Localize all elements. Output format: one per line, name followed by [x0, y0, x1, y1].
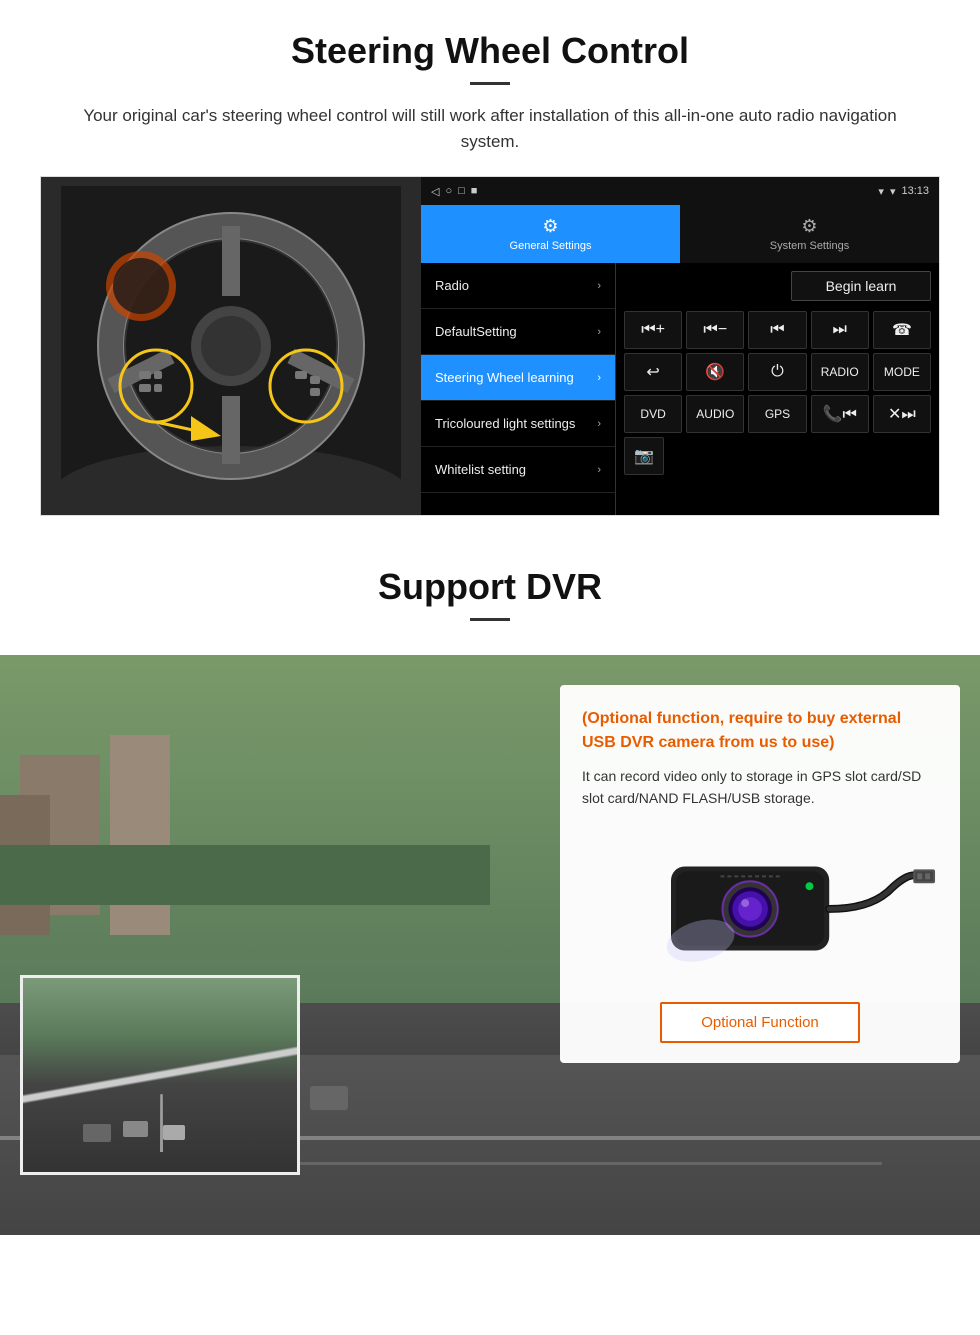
control-row-4: 📷	[624, 437, 931, 475]
chevron-right-icon2: ›	[597, 326, 601, 338]
dvr-optional-text: (Optional function, require to buy exter…	[582, 707, 938, 755]
dvr-screen-thumbnail	[20, 975, 300, 1175]
dvr-title-area: Support DVR	[0, 536, 980, 655]
control-grid: ⏮+ ⏮− ⏮ ⏭ ☎ ↩ 🔇 ⏻ RADIO MODE	[624, 311, 931, 475]
ctrl-gps[interactable]: GPS	[748, 395, 806, 433]
control-row-1: ⏮+ ⏮− ⏮ ⏭ ☎	[624, 311, 931, 349]
steering-wheel-photo	[41, 177, 421, 515]
thumb-car-1	[83, 1124, 111, 1142]
system-settings-icon: ⚙	[801, 216, 817, 237]
title-divider	[470, 82, 510, 85]
ctrl-power[interactable]: ⏻	[748, 353, 806, 391]
dvr-description: It can record video only to storage in G…	[582, 765, 938, 810]
chevron-right-icon4: ›	[597, 418, 601, 430]
dvr-camera-svg	[582, 831, 938, 981]
tab-system-settings[interactable]: ⚙ System Settings	[680, 205, 939, 263]
tab-system-label: System Settings	[770, 240, 849, 252]
thumb-car-3	[163, 1125, 185, 1140]
dvr-info-card: (Optional function, require to buy exter…	[560, 685, 960, 1063]
signal-icon: ▾	[878, 185, 884, 198]
menu-item-steering[interactable]: Steering Wheel learning ›	[421, 355, 615, 401]
begin-learn-row: Begin learn	[624, 271, 931, 301]
nav-recent-icon[interactable]: □	[458, 185, 465, 197]
menu-item-tricoloured[interactable]: Tricoloured light settings ›	[421, 401, 615, 447]
steering-description: Your original car's steering wheel contr…	[80, 103, 900, 154]
steering-title: Steering Wheel Control	[40, 30, 940, 72]
scene-building-2	[110, 735, 170, 935]
steering-section: Steering Wheel Control Your original car…	[0, 0, 980, 536]
ctrl-phone[interactable]: ☎	[873, 311, 931, 349]
dvr-title: Support DVR	[40, 566, 940, 608]
menu-item-radio[interactable]: Radio ›	[421, 263, 615, 309]
nav-back-icon[interactable]: ◁	[431, 185, 439, 198]
steering-demo-container: ◁ ○ □ ■ ▾ ▾ 13:13 ⚙ General Settings ⚙ S…	[40, 176, 940, 516]
ctrl-phone-next[interactable]: ✕⏭	[873, 395, 931, 433]
ctrl-vol-down[interactable]: ⏮−	[686, 311, 744, 349]
menu-whitelist-label: Whitelist setting	[435, 462, 526, 477]
ctrl-camera[interactable]: 📷	[624, 437, 664, 475]
begin-learn-button[interactable]: Begin learn	[791, 271, 931, 301]
menu-steering-label: Steering Wheel learning	[435, 370, 574, 385]
general-settings-icon: ⚙	[542, 216, 558, 237]
android-ui-panel: ◁ ○ □ ■ ▾ ▾ 13:13 ⚙ General Settings ⚙ S…	[421, 177, 939, 515]
ctrl-mute[interactable]: 🔇	[686, 353, 744, 391]
ctrl-next[interactable]: ⏭	[811, 311, 869, 349]
menu-tricoloured-label: Tricoloured light settings	[435, 416, 575, 431]
ctrl-prev[interactable]: ⏮	[748, 311, 806, 349]
ctrl-back[interactable]: ↩	[624, 353, 682, 391]
menu-right-panel: Begin learn ⏮+ ⏮− ⏮ ⏭ ☎ ↩ 🔇	[616, 263, 939, 515]
tab-general-settings[interactable]: ⚙ General Settings	[421, 205, 680, 263]
scene-hedge	[0, 845, 490, 905]
dvr-background: (Optional function, require to buy exter…	[0, 655, 980, 1235]
dvr-camera-image	[582, 826, 938, 986]
optional-function-button[interactable]: Optional Function	[660, 1002, 860, 1043]
menu-defaultsetting-label: DefaultSetting	[435, 324, 517, 339]
chevron-right-icon5: ›	[597, 464, 601, 476]
menu-left-panel: Radio › DefaultSetting › Steering Wheel …	[421, 263, 616, 515]
ctrl-radio[interactable]: RADIO	[811, 353, 869, 391]
ctrl-vol-up[interactable]: ⏮+	[624, 311, 682, 349]
menu-item-whitelist[interactable]: Whitelist setting ›	[421, 447, 615, 493]
control-row-2: ↩ 🔇 ⏻ RADIO MODE	[624, 353, 931, 391]
nav-menu-icon[interactable]: ■	[471, 185, 478, 197]
scene-car-3	[310, 1086, 348, 1110]
thumb-road-line	[160, 1094, 163, 1152]
android-tabs: ⚙ General Settings ⚙ System Settings	[421, 205, 939, 263]
wifi-icon: ▾	[890, 185, 896, 198]
ctrl-dvd[interactable]: DVD	[624, 395, 682, 433]
thumb-car-2	[123, 1121, 148, 1137]
control-row-3: DVD AUDIO GPS 📞⏮ ✕⏭	[624, 395, 931, 433]
time-display: 13:13	[901, 185, 929, 197]
ctrl-mode[interactable]: MODE	[873, 353, 931, 391]
dvr-screen-road	[23, 978, 297, 1172]
menu-radio-label: Radio	[435, 278, 469, 293]
ctrl-phone-prev[interactable]: 📞⏮	[811, 395, 869, 433]
chevron-right-icon: ›	[597, 280, 601, 292]
menu-item-defaultsetting[interactable]: DefaultSetting ›	[421, 309, 615, 355]
dvr-section: Support DVR	[0, 536, 980, 1235]
chevron-right-icon3: ›	[597, 372, 601, 384]
nav-home-icon[interactable]: ○	[445, 185, 452, 197]
ctrl-audio[interactable]: AUDIO	[686, 395, 744, 433]
dvr-title-divider	[470, 618, 510, 621]
steering-wheel-svg	[61, 186, 401, 506]
tab-general-label: General Settings	[510, 240, 592, 252]
android-menu: Radio › DefaultSetting › Steering Wheel …	[421, 263, 939, 515]
android-statusbar: ◁ ○ □ ■ ▾ ▾ 13:13	[421, 177, 939, 205]
